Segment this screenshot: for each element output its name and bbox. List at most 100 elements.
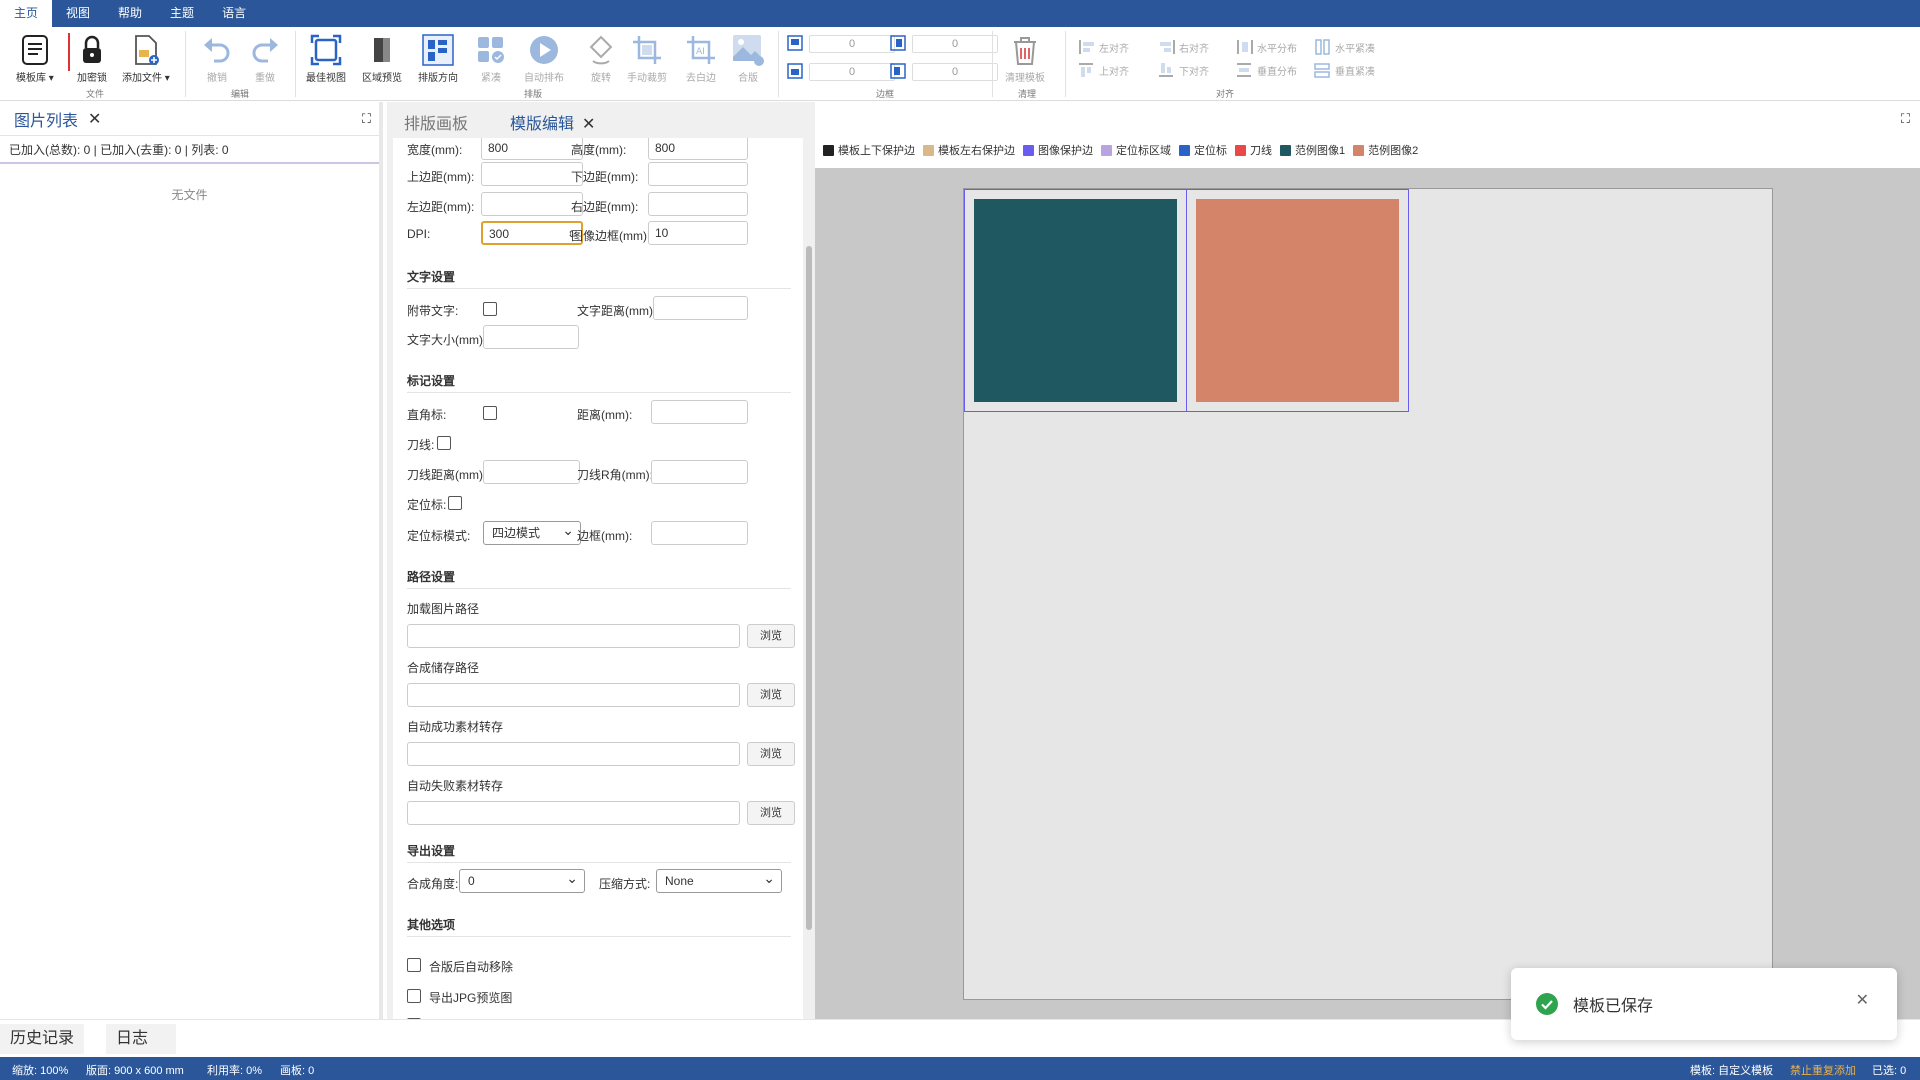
load-path-input[interactable] [407, 624, 740, 648]
locator-mode-select[interactable]: 四边模式 [483, 519, 581, 545]
cut-radius-input[interactable] [651, 460, 748, 484]
legend-swatch [1101, 144, 1112, 156]
align-bottom-button[interactable]: 下对齐 [1158, 62, 1209, 78]
locator-label: 定位标: [407, 498, 447, 512]
section-divider [407, 936, 791, 937]
save-path-input[interactable] [407, 683, 740, 707]
close-icon[interactable]: ✕ [1856, 990, 1869, 1010]
align-right-button[interactable]: 右对齐 [1158, 39, 1209, 55]
layout-direction-button[interactable]: 排版方向 [418, 33, 458, 84]
width-input[interactable]: 800 [481, 138, 583, 160]
margin-right-input[interactable]: 0 [912, 35, 998, 53]
status-board-size: 版面: 900 x 600 mm [86, 1065, 184, 1077]
top-margin-input[interactable] [481, 162, 583, 186]
auto-layout-button[interactable]: 自动排布 [524, 33, 564, 84]
close-icon[interactable]: ✕ [582, 116, 595, 133]
cut-distance-input[interactable] [483, 460, 580, 484]
height-input[interactable]: 800 [648, 138, 748, 160]
maximize-icon[interactable]: ⛶ [1901, 111, 1910, 127]
distance-input[interactable] [651, 400, 748, 424]
menu-tab-language[interactable]: 语言 [208, 0, 260, 27]
attach-text-label: 附带文字: [407, 304, 459, 318]
right-margin-input[interactable] [648, 192, 748, 216]
redo-button[interactable]: 重做 [248, 33, 282, 84]
sample-image-2-frame[interactable] [1186, 189, 1409, 412]
template-library-button[interactable]: 模板库 ▾ [16, 33, 54, 84]
auto-remove-checkbox[interactable] [407, 958, 421, 972]
load-path-browse-button[interactable]: 浏览 [747, 624, 795, 648]
align-top-button[interactable]: 上对齐 [1078, 62, 1129, 78]
locator-checkbox[interactable] [448, 496, 462, 510]
add-file-button[interactable]: 添加文件 ▾ [122, 33, 170, 84]
clean-template-button[interactable]: 清理模板 [1005, 33, 1045, 84]
attach-text-checkbox[interactable] [483, 302, 497, 316]
tab-template-edit[interactable]: 模版编辑 ✕ [510, 110, 595, 134]
legend-item: 模板左右保护边 [923, 142, 1015, 158]
save-path-browse-button[interactable]: 浏览 [747, 683, 795, 707]
distance-label: 距离(mm): [577, 408, 633, 422]
margin-left-input[interactable]: 0 [912, 63, 998, 81]
menu-tab-help[interactable]: 帮助 [104, 0, 156, 27]
maximize-icon[interactable]: ⛶ [362, 111, 371, 127]
margin-bottom-input[interactable]: 0 [809, 63, 895, 81]
tab-history[interactable]: 历史记录 [0, 1024, 85, 1054]
angle-select[interactable]: 0 [459, 867, 585, 893]
tab-layout-canvas[interactable]: 排版画板 [404, 110, 468, 134]
cut-line-checkbox[interactable] [437, 436, 451, 450]
image-border-input[interactable]: 10 [648, 221, 748, 245]
legend-item: 范例图像2 [1353, 142, 1418, 158]
menu-tab-view[interactable]: 视图 [52, 0, 104, 27]
legend-swatch [1235, 144, 1246, 156]
mark-settings-title: 标记设置 [407, 374, 456, 388]
compact-button[interactable]: 紧凑 [474, 33, 508, 84]
distribute-vertical-button[interactable]: 垂直分布 [1236, 62, 1297, 78]
margin-top-input[interactable]: 0 [809, 35, 895, 53]
left-margin-input[interactable] [481, 192, 583, 216]
merge-button[interactable]: 合版 [731, 33, 765, 84]
text-size-input[interactable] [483, 325, 579, 349]
template-sheet[interactable] [963, 188, 1773, 1000]
compact-vertical-button[interactable]: 垂直紧凑 [1314, 62, 1375, 78]
sample-image-1-frame[interactable] [964, 189, 1187, 412]
text-distance-input[interactable] [653, 296, 748, 320]
close-icon[interactable]: ✕ [88, 109, 101, 129]
tab-image-list[interactable]: 图片列表 ✕ [0, 102, 115, 135]
dpi-input[interactable]: 300 ⇕ [481, 221, 583, 245]
compact-horizontal-button[interactable]: 水平紧凑 [1314, 39, 1375, 55]
remove-white-edge-button[interactable]: AI 去白边 [684, 33, 718, 84]
legend-swatch [1353, 144, 1365, 156]
area-preview-button[interactable]: 区域预览 [362, 33, 402, 84]
align-left-icon [1079, 40, 1094, 54]
best-view-button[interactable]: 最佳视图 [306, 33, 346, 84]
align-left-button[interactable]: 左对齐 [1078, 39, 1129, 55]
distribute-horizontal-button[interactable]: 水平分布 [1236, 39, 1297, 55]
text-size-label: 文字大小(mm): [407, 333, 487, 347]
dpi-value: 300 [489, 227, 510, 241]
success-path-browse-button[interactable]: 浏览 [747, 742, 795, 766]
success-path-input[interactable] [407, 742, 740, 766]
ribbon-separator [185, 31, 186, 97]
corner-mark-checkbox[interactable] [483, 406, 497, 420]
tab-log[interactable]: 日志 [106, 1024, 176, 1054]
other-options-title: 其他选项 [407, 918, 456, 932]
fail-path-input[interactable] [407, 801, 740, 825]
scrollbar-thumb[interactable] [806, 246, 812, 930]
rotate-button[interactable]: 旋转 [584, 33, 618, 84]
fail-path-browse-button[interactable]: 浏览 [747, 801, 795, 825]
legend-item: 图像保护边 [1023, 142, 1093, 158]
status-no-duplicate[interactable]: 禁止重复添加 [1790, 1062, 1856, 1078]
left-margin-label: 左边距(mm): [407, 200, 475, 214]
menu-tab-theme[interactable]: 主题 [156, 0, 208, 27]
export-jpg-checkbox[interactable] [407, 989, 421, 1003]
border-input[interactable] [651, 521, 748, 545]
encrypt-lock-button[interactable]: 加密锁 [75, 33, 109, 84]
manual-crop-button[interactable]: 手动裁剪 [627, 33, 667, 84]
bottom-margin-input[interactable] [648, 162, 748, 186]
legend-label: 范例图像2 [1368, 145, 1419, 157]
ribbon-separator [295, 31, 296, 97]
undo-button[interactable]: 撤销 [200, 33, 234, 84]
compress-select[interactable]: None [656, 867, 782, 893]
canvas-area: ⛶ 模板上下保护边 模板左右保护边 图像保护边 定位标区域 定位标 刀线 范例图… [815, 102, 1920, 1019]
menu-tab-home[interactable]: 主页 [0, 0, 53, 27]
legend-swatch [823, 144, 834, 156]
